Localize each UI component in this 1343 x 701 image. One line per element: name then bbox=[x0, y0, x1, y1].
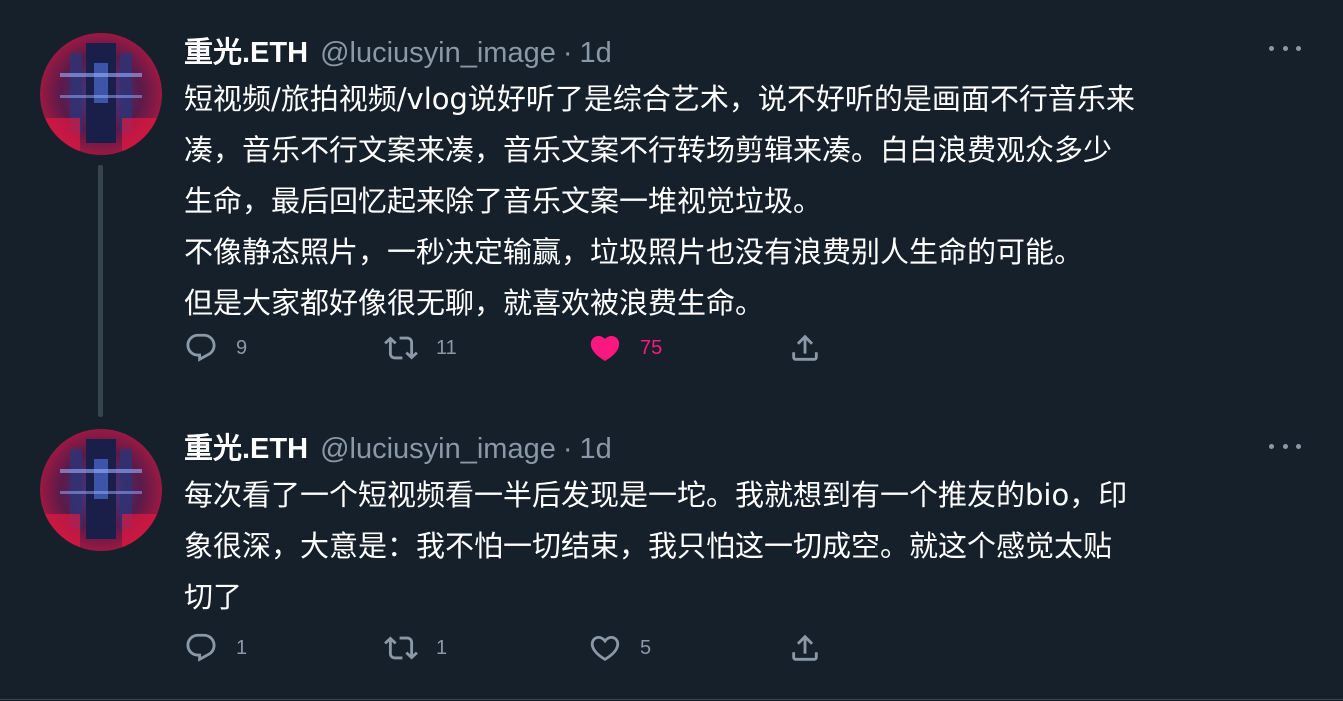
reply-button[interactable]: 1 bbox=[184, 628, 247, 668]
thread-line bbox=[98, 165, 103, 417]
reply-icon bbox=[184, 331, 218, 365]
like-button[interactable]: 5 bbox=[588, 628, 651, 668]
tweet-header: 重光.ETH @luciusyin_image · 1d bbox=[184, 29, 612, 69]
tweet-text-line: 切了 bbox=[184, 580, 243, 614]
heart-icon bbox=[588, 331, 622, 365]
retweet-icon bbox=[384, 631, 418, 665]
divider bbox=[0, 699, 1343, 700]
retweet-count: 11 bbox=[436, 336, 457, 359]
share-button[interactable] bbox=[788, 628, 822, 668]
share-icon bbox=[788, 331, 822, 365]
retweet-icon bbox=[384, 331, 418, 365]
tweet-header: 重光.ETH @luciusyin_image · 1d bbox=[184, 425, 612, 465]
like-count: 75 bbox=[640, 336, 663, 359]
avatar[interactable] bbox=[40, 33, 162, 155]
reply-count: 1 bbox=[236, 636, 248, 659]
heart-icon bbox=[588, 631, 622, 665]
share-button[interactable] bbox=[788, 328, 822, 368]
tweet-text-line: 短视频/旅拍视频/vlog说好听了是综合艺术，说不好听的是画面不行音乐来 bbox=[184, 82, 1135, 116]
more-icon[interactable] bbox=[1269, 436, 1301, 456]
display-name[interactable]: 重光.ETH bbox=[184, 29, 308, 71]
tweet-text-line: 象很深，大意是：我不怕一切结束，我只怕这一切成空。就这个感觉太贴 bbox=[184, 529, 1113, 563]
tweet-actions: 1 1 5 bbox=[184, 628, 844, 668]
tweet-text-line: 不像静态照片，一秒决定输赢，垃圾照片也没有浪费别人生命的可能。 bbox=[184, 235, 1084, 269]
reply-icon bbox=[184, 631, 218, 665]
avatar[interactable] bbox=[40, 429, 162, 551]
separator-dot: · bbox=[562, 37, 573, 69]
tweet[interactable]: 重光.ETH @luciusyin_image · 1d 短视频/旅拍视频/vl… bbox=[0, 0, 1343, 420]
like-button[interactable]: 75 bbox=[588, 328, 662, 368]
timestamp[interactable]: 1d bbox=[580, 433, 612, 466]
tweet-text-line: 每次看了一个短视频看一半后发现是一坨。我就想到有一个推友的bio，印 bbox=[184, 478, 1128, 512]
separator-dot: · bbox=[562, 433, 573, 465]
user-handle[interactable]: @luciusyin_image bbox=[320, 37, 556, 70]
tweet-actions: 9 11 75 bbox=[184, 328, 844, 368]
retweet-button[interactable]: 1 bbox=[384, 628, 447, 668]
tweet-text: 每次看了一个短视频看一半后发现是一坨。我就想到有一个推友的bio，印 象很深，大… bbox=[184, 470, 1299, 623]
timestamp[interactable]: 1d bbox=[580, 37, 612, 70]
reply-count: 9 bbox=[236, 336, 248, 359]
user-handle[interactable]: @luciusyin_image bbox=[320, 433, 556, 466]
reply-button[interactable]: 9 bbox=[184, 328, 247, 368]
retweet-button[interactable]: 11 bbox=[384, 328, 457, 368]
tweet-text-line: 凑，音乐不行文案来凑，音乐文案不行转场剪辑来凑。白白浪费观众多少 bbox=[184, 133, 1113, 167]
tweet-text: 短视频/旅拍视频/vlog说好听了是综合艺术，说不好听的是画面不行音乐来 凑，音… bbox=[184, 74, 1299, 329]
tweet[interactable]: 重光.ETH @luciusyin_image · 1d 每次看了一个短视频看一… bbox=[0, 420, 1343, 700]
like-count: 5 bbox=[640, 636, 652, 659]
retweet-count: 1 bbox=[436, 636, 448, 659]
more-icon[interactable] bbox=[1269, 38, 1301, 58]
share-icon bbox=[788, 631, 822, 665]
display-name[interactable]: 重光.ETH bbox=[184, 425, 308, 467]
tweet-text-line: 生命，最后回忆起来除了音乐文案一堆视觉垃圾。 bbox=[184, 184, 823, 218]
tweet-text-line: 但是大家都好像很无聊，就喜欢被浪费生命。 bbox=[184, 286, 765, 320]
